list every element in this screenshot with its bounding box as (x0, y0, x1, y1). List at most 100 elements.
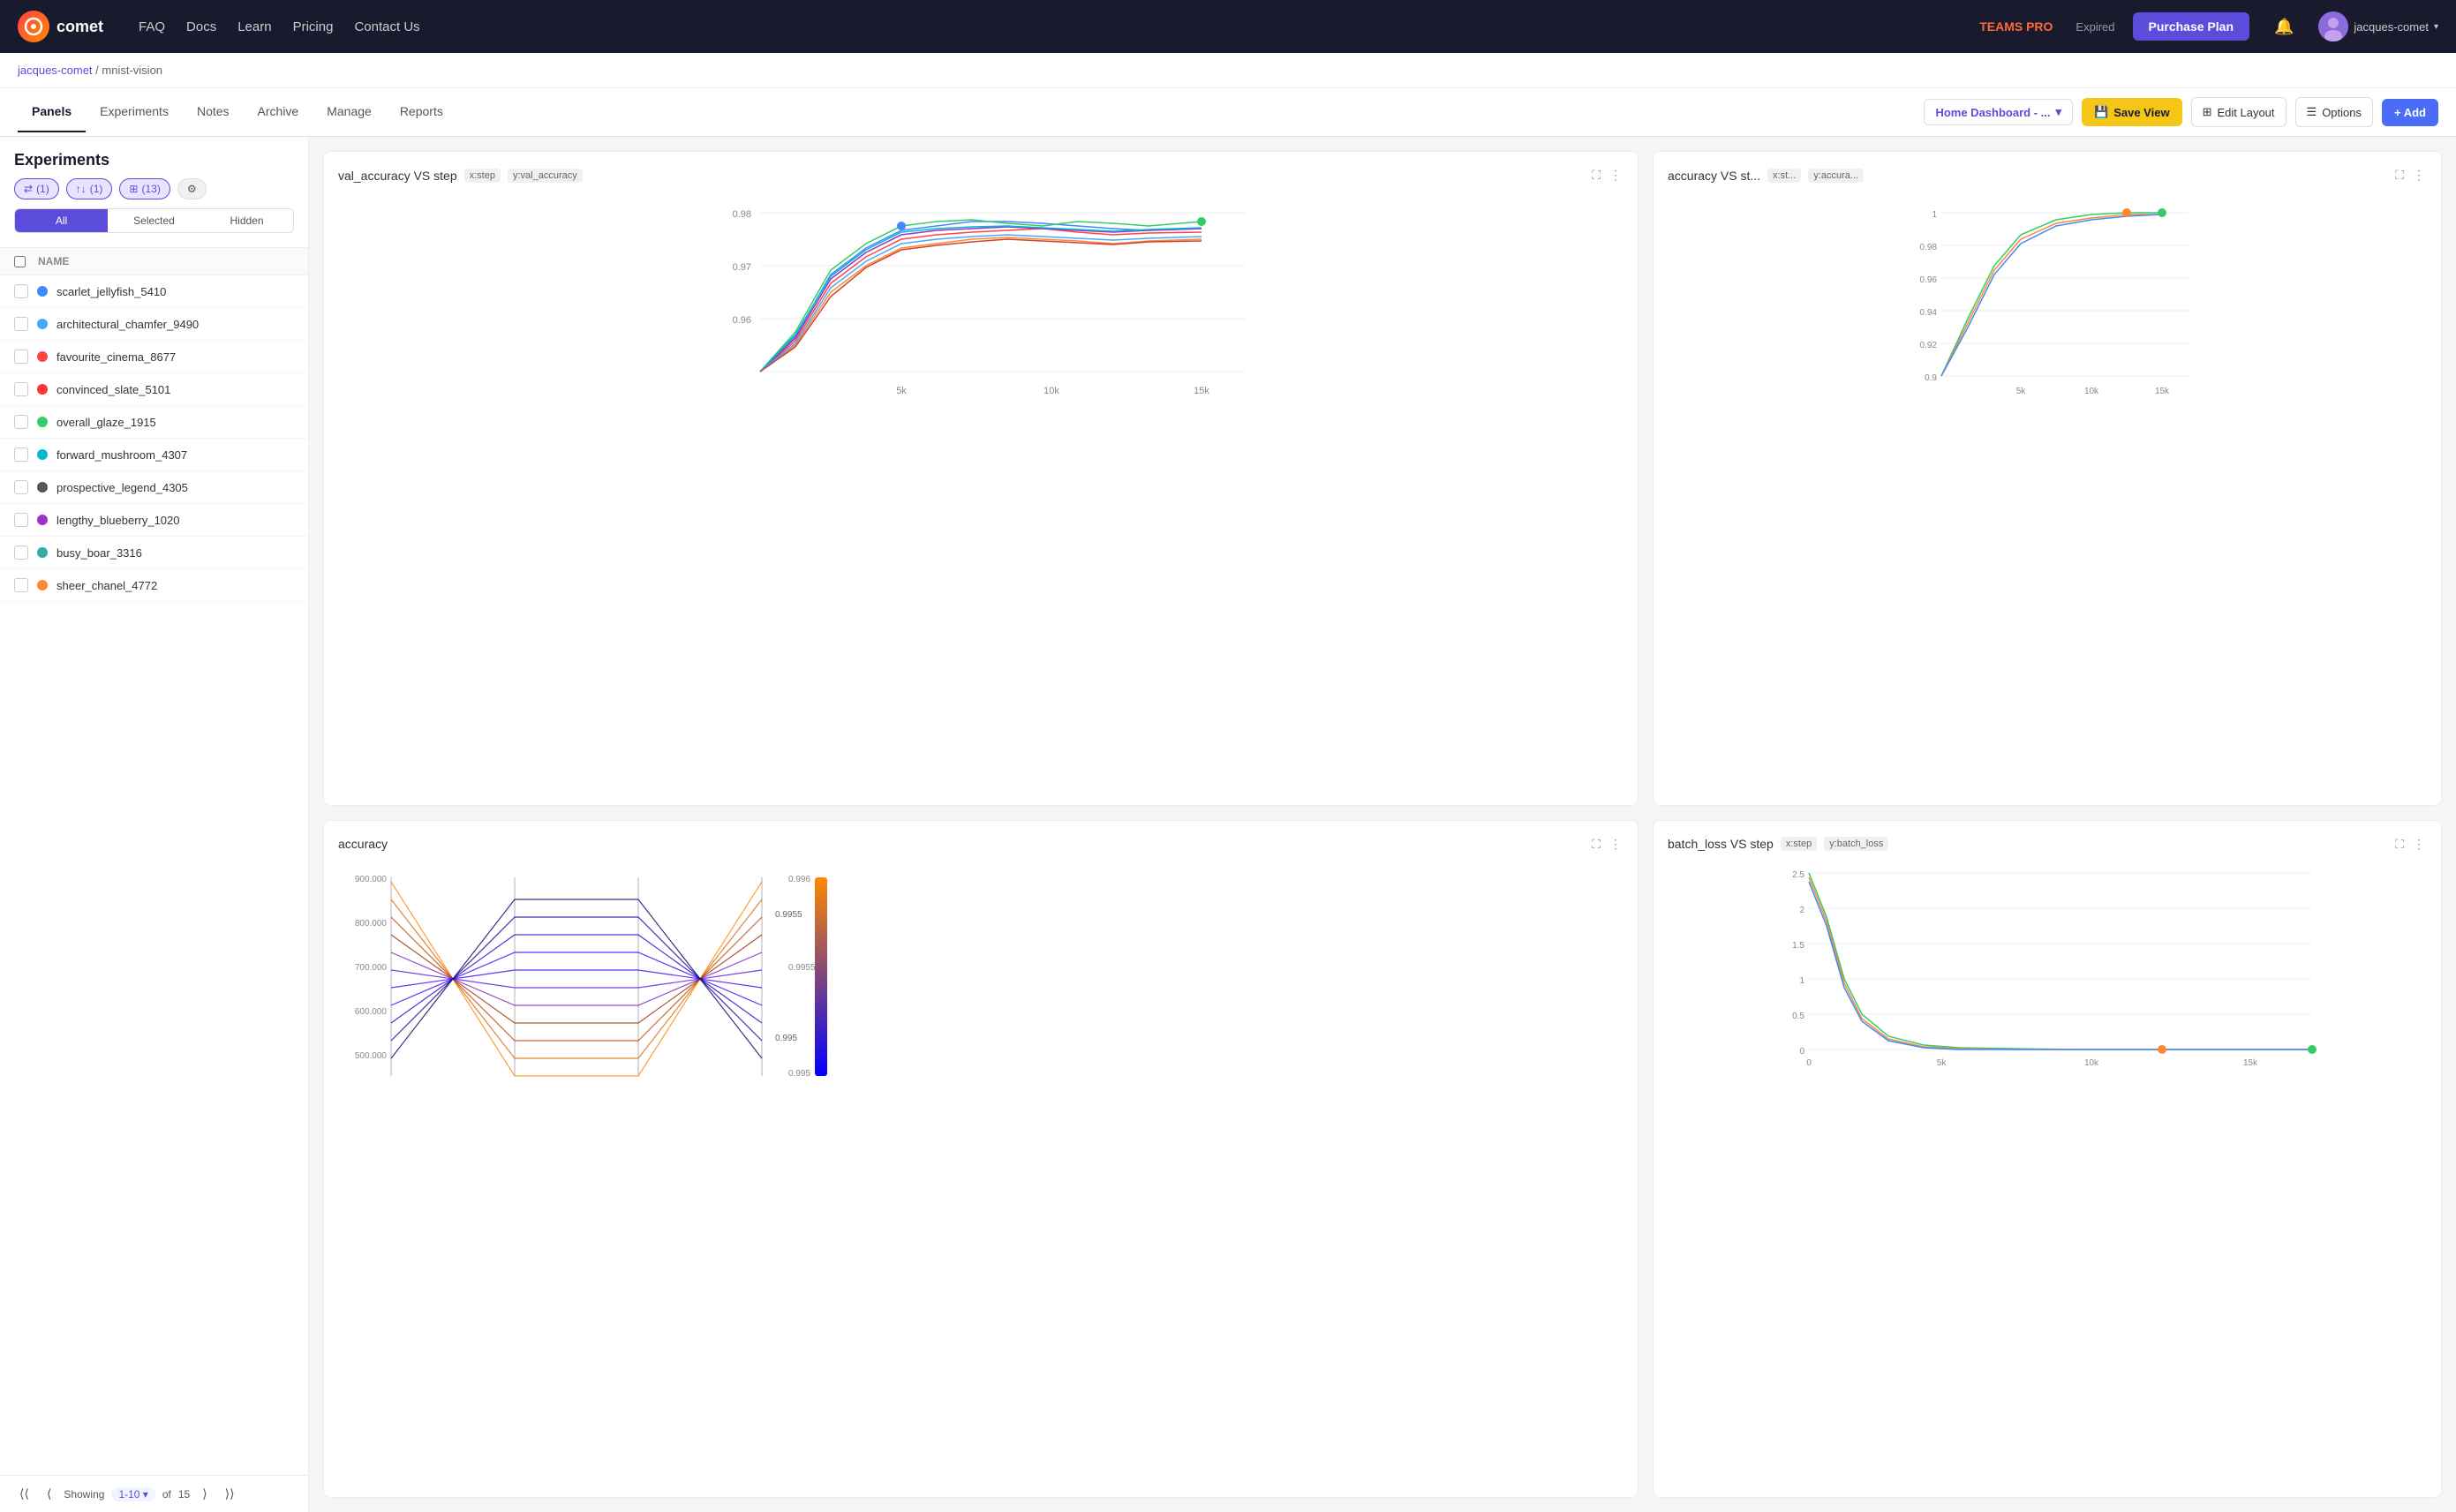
exp-checkbox[interactable] (14, 317, 28, 331)
more-options-button[interactable]: ⋮ (1608, 166, 1624, 184)
edit-layout-button[interactable]: ⊞ Edit Layout (2191, 97, 2286, 127)
dashboard-dropdown[interactable]: Home Dashboard - ... ▾ (1924, 99, 2073, 125)
svg-text:1.5: 1.5 (1792, 941, 1804, 951)
exp-checkbox[interactable] (14, 415, 28, 429)
exp-checkbox[interactable] (14, 480, 28, 494)
user-menu[interactable]: jacques-comet ▾ (2318, 11, 2438, 41)
list-item[interactable]: lengthy_blueberry_1020 (0, 504, 308, 537)
exp-name: busy_boar_3316 (57, 546, 142, 560)
expand-button[interactable]: ⛶ (2393, 835, 2406, 854)
tab-manage[interactable]: Manage (313, 92, 386, 132)
exp-checkbox[interactable] (14, 545, 28, 560)
tab-reports[interactable]: Reports (386, 92, 457, 132)
page-range[interactable]: 1-10 ▾ (111, 1487, 154, 1501)
exp-checkbox[interactable] (14, 578, 28, 592)
experiment-list-header: NAME (0, 248, 308, 275)
more-options-button[interactable]: ⋮ (1608, 835, 1624, 854)
first-page-button[interactable]: ⟨⟨ (14, 1485, 34, 1503)
chart-tag-x: x:step (1781, 837, 1817, 851)
next-page-button[interactable]: ⟩ (197, 1485, 212, 1503)
toggle-hidden[interactable]: Hidden (200, 209, 293, 232)
list-item[interactable]: prospective_legend_4305 (0, 471, 308, 504)
filter-chip-0[interactable]: ⇄ (1) (14, 178, 59, 199)
purchase-plan-button[interactable]: Purchase Plan (2133, 12, 2250, 41)
list-item[interactable]: favourite_cinema_8677 (0, 341, 308, 373)
tab-panels[interactable]: Panels (18, 92, 86, 132)
nav-learn[interactable]: Learn (237, 16, 271, 38)
svg-text:5k: 5k (896, 386, 907, 396)
more-options-button[interactable]: ⋮ (2411, 835, 2427, 854)
tab-archive[interactable]: Archive (244, 92, 313, 132)
chart-actions: ⛶ ⋮ (2393, 166, 2427, 184)
list-item[interactable]: convinced_slate_5101 (0, 373, 308, 406)
options-button[interactable]: ☰ Options (2295, 97, 2373, 127)
filter-chip-3[interactable]: ⚙ (177, 178, 207, 199)
list-item[interactable]: sheer_chanel_4772 (0, 569, 308, 602)
expand-button[interactable]: ⛶ (2393, 166, 2406, 184)
list-item[interactable]: architectural_chamfer_9490 (0, 308, 308, 341)
chart-accuracy-parallel: accuracy ⛶ ⋮ 900.000 800.000 700.000 600… (323, 820, 1639, 1499)
expand-button[interactable]: ⛶ (1590, 166, 1602, 184)
svg-text:900.000: 900.000 (355, 875, 388, 884)
breadcrumb-user[interactable]: jacques-comet (18, 64, 93, 77)
tab-experiments[interactable]: Experiments (86, 92, 183, 132)
save-view-button[interactable]: 💾 Save View (2082, 98, 2182, 126)
edit-layout-label: Edit Layout (2217, 106, 2274, 119)
showing-label: Showing (64, 1488, 104, 1501)
exp-checkbox[interactable] (14, 350, 28, 364)
chart-title: val_accuracy VS step (338, 169, 457, 183)
bell-icon[interactable]: 🔔 (2267, 14, 2301, 40)
chart-tag-x: x:st... (1767, 169, 1801, 183)
teams-pro-label: TEAMS PRO (1979, 19, 2053, 34)
exp-checkbox[interactable] (14, 382, 28, 396)
toggle-all[interactable]: All (15, 209, 108, 232)
logo-icon (18, 11, 49, 42)
add-button[interactable]: + Add (2382, 99, 2438, 126)
svg-text:1: 1 (1799, 976, 1804, 986)
chart-val-accuracy: val_accuracy VS step x:step y:val_accura… (323, 151, 1639, 806)
exp-name: architectural_chamfer_9490 (57, 318, 199, 331)
nav-contact[interactable]: Contact Us (354, 16, 419, 38)
last-page-button[interactable]: ⟩⟩ (220, 1485, 240, 1503)
svg-text:0.5: 0.5 (1792, 1012, 1804, 1021)
prev-page-button[interactable]: ⟨ (41, 1485, 57, 1503)
of-label: of (162, 1488, 171, 1501)
charts-area: val_accuracy VS step x:step y:val_accura… (309, 137, 2456, 1512)
nav-faq[interactable]: FAQ (139, 16, 165, 38)
svg-text:0.92: 0.92 (1920, 341, 1938, 350)
svg-text:10k: 10k (2084, 387, 2099, 396)
svg-text:800.000: 800.000 (355, 919, 388, 929)
filter-chip-1[interactable]: ↑↓ (1) (66, 178, 113, 199)
list-item[interactable]: scarlet_jellyfish_5410 (0, 275, 308, 308)
exp-color-dot (37, 351, 48, 362)
svg-text:500.000: 500.000 (355, 1051, 388, 1061)
tab-notes[interactable]: Notes (183, 92, 244, 132)
exp-checkbox[interactable] (14, 513, 28, 527)
filter-chip-2[interactable]: ⊞ (13) (119, 178, 170, 199)
list-item[interactable]: busy_boar_3316 (0, 537, 308, 569)
list-item[interactable]: overall_glaze_1915 (0, 406, 308, 439)
svg-text:0.97: 0.97 (733, 262, 751, 273)
more-options-button[interactable]: ⋮ (2411, 166, 2427, 184)
exp-checkbox[interactable] (14, 448, 28, 462)
nav-pricing[interactable]: Pricing (293, 16, 334, 38)
exp-color-dot (37, 449, 48, 460)
parallel-chart-container: 900.000 800.000 700.000 600.000 500.000 … (338, 864, 1624, 1102)
sidebar-header: Experiments ⇄ (1) ↑↓ (1) ⊞ (13) ⚙ (0, 137, 308, 248)
chart-actions: ⛶ ⋮ (2393, 835, 2427, 854)
save-icon: 💾 (2094, 105, 2108, 119)
chevron-down-icon: ▾ (2434, 22, 2438, 32)
logo[interactable]: comet (18, 11, 103, 42)
tabs-bar: Panels Experiments Notes Archive Manage … (0, 88, 2456, 137)
svg-text:5k: 5k (2016, 387, 2027, 396)
select-all-checkbox[interactable] (14, 256, 26, 267)
toggle-selected[interactable]: Selected (108, 209, 200, 232)
expand-button[interactable]: ⛶ (1590, 835, 1602, 854)
svg-text:0.96: 0.96 (733, 315, 751, 326)
options-label: Options (2322, 106, 2362, 119)
exp-checkbox[interactable] (14, 284, 28, 298)
chart-actions: ⛶ ⋮ (1590, 166, 1624, 184)
list-item[interactable]: forward_mushroom_4307 (0, 439, 308, 471)
nav-docs[interactable]: Docs (186, 16, 216, 38)
exp-color-dot (37, 547, 48, 558)
